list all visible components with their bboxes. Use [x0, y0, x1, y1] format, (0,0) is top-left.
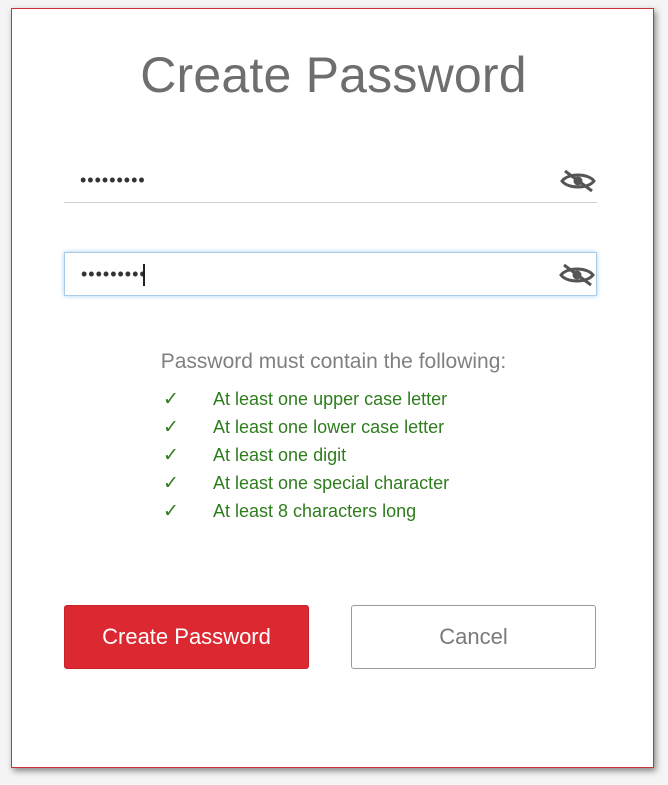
checkmark-icon: ✓: [163, 472, 179, 494]
requirement-item: ✓ At least one lower case letter: [12, 413, 655, 441]
requirement-item: ✓ At least one digit: [12, 441, 655, 469]
text-caret: [143, 264, 145, 286]
page-title: Create Password: [140, 47, 527, 103]
requirement-text: At least one digit: [213, 445, 347, 465]
password-field[interactable]: [64, 159, 597, 202]
requirements-list: ✓ At least one upper case letter ✓ At le…: [12, 385, 655, 525]
checkmark-icon: ✓: [163, 500, 179, 522]
checkmark-icon: ✓: [163, 444, 179, 466]
password-field-container: [64, 159, 597, 203]
requirement-item: ✓ At least 8 characters long: [12, 497, 655, 525]
confirm-password-field-container: [64, 252, 597, 296]
cancel-button[interactable]: Cancel: [351, 605, 596, 669]
requirement-text: At least one special character: [213, 473, 450, 493]
requirement-text: At least 8 characters long: [213, 501, 417, 521]
requirement-text: At least one upper case letter: [213, 389, 448, 409]
page: Create Password ••••••••• ••••••••• Pass…: [0, 0, 668, 785]
create-password-dialog: Create Password ••••••••• ••••••••• Pass…: [11, 8, 654, 768]
requirement-item: ✓ At least one upper case letter: [12, 385, 655, 413]
eye-slash-icon[interactable]: [558, 263, 596, 287]
requirements-heading: Password must contain the following:: [160, 350, 507, 373]
requirement-item: ✓ At least one special character: [12, 469, 655, 497]
requirement-text: At least one lower case letter: [213, 417, 445, 437]
checkmark-icon: ✓: [163, 416, 179, 438]
eye-slash-icon[interactable]: [559, 169, 597, 193]
checkmark-icon: ✓: [163, 388, 179, 410]
password-requirements: Password must contain the following: ✓ A…: [12, 349, 655, 525]
create-password-button[interactable]: Create Password: [64, 605, 309, 669]
